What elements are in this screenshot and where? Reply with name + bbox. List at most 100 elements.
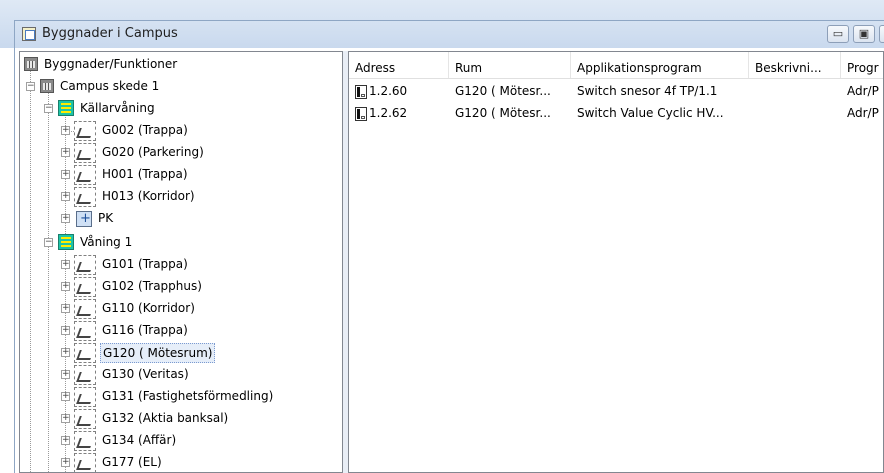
expand-icon[interactable]: + — [61, 370, 70, 379]
expand-icon[interactable]: + — [61, 348, 70, 357]
tree-node-room[interactable]: + G134 (Affär) — [20, 430, 340, 452]
floor-icon — [58, 234, 74, 250]
tree-node-room[interactable]: + G131 (Fastighetsförmedling) — [20, 386, 340, 408]
column-header-beskrivning[interactable]: Beskrivni... — [749, 52, 841, 78]
window-title: Byggnader i Campus — [42, 26, 178, 41]
tree-room-label: G131 (Fastighetsförmedling) — [102, 389, 274, 403]
expand-icon[interactable]: + — [61, 458, 70, 467]
tree-room-label: G020 (Parkering) — [102, 145, 204, 159]
cell-description — [749, 100, 841, 120]
table-row[interactable]: 1.2.60 G120 ( Mötesr... Switch snesor 4f… — [349, 78, 883, 99]
tree-node-floor[interactable]: − Källarvåning — [20, 98, 340, 120]
maximize-button[interactable]: ▣ — [853, 25, 875, 43]
building-tree-pane[interactable]: Byggnader/Funktioner − Campus skede 1 − … — [19, 51, 343, 473]
tree-floor-label: Källarvåning — [80, 101, 155, 115]
tree-room-label: PK — [98, 211, 114, 225]
room-icon — [74, 143, 96, 163]
cell-address: 1.2.60 — [369, 84, 408, 98]
tree-node-room-selected[interactable]: + G120 ( Mötesrum) — [20, 342, 340, 364]
expand-icon[interactable]: + — [61, 214, 70, 223]
tree-building-label: Campus skede 1 — [60, 79, 160, 93]
tree-floor-label: Våning 1 — [80, 235, 133, 249]
room-icon — [74, 409, 96, 429]
room-icon — [74, 165, 96, 185]
tree-node-room[interactable]: + G116 (Trappa) — [20, 320, 340, 342]
room-icon — [74, 343, 96, 363]
tree-room-label: G116 (Trappa) — [102, 323, 188, 337]
cell-program: Adr/P — [847, 84, 879, 98]
expand-icon[interactable]: + — [61, 304, 70, 313]
column-header-rum[interactable]: Rum — [449, 52, 571, 78]
expand-icon[interactable]: + — [61, 282, 70, 291]
floor-icon — [58, 100, 74, 116]
tree-node-room[interactable]: + G132 (Aktia banksal) — [20, 408, 340, 430]
tree-node-floor[interactable]: − Våning 1 — [20, 232, 340, 254]
close-button[interactable]: ✕ — [879, 25, 884, 43]
tree-room-label: H013 (Korridor) — [102, 189, 195, 203]
room-icon — [74, 321, 96, 341]
room-icon — [74, 187, 96, 207]
minimize-button[interactable]: ▭ — [827, 25, 849, 43]
room-icon — [74, 255, 96, 275]
distribution-board-icon — [76, 210, 92, 228]
list-header: Adress Rum Applikationsprogram Beskrivni… — [349, 52, 883, 79]
expand-icon[interactable]: + — [61, 392, 70, 401]
expand-icon[interactable]: + — [61, 260, 70, 269]
tree-room-label: G102 (Trapphus) — [102, 279, 202, 293]
expand-icon[interactable]: + — [61, 192, 70, 201]
expand-icon[interactable]: + — [61, 148, 70, 157]
window-app-icon — [22, 27, 36, 41]
column-header-adress[interactable]: Adress — [349, 52, 449, 78]
cell-room: G120 ( Mötesr... — [455, 84, 551, 98]
expand-icon[interactable]: + — [61, 436, 70, 445]
tree-room-label: G120 ( Mötesrum) — [100, 343, 216, 363]
tree-node-room[interactable]: + H001 (Trappa) — [20, 164, 340, 186]
room-icon — [74, 453, 96, 472]
tree-room-label: G130 (Veritas) — [102, 367, 189, 381]
tree-node-room[interactable]: + H013 (Korridor) — [20, 186, 340, 208]
expand-icon[interactable]: + — [61, 414, 70, 423]
device-list-pane[interactable]: Adress Rum Applikationsprogram Beskrivni… — [348, 51, 884, 473]
tree-node-room[interactable]: + G177 (EL) — [20, 452, 340, 472]
room-icon — [74, 365, 96, 385]
cell-application: Switch Value Cyclic HV... — [577, 106, 724, 120]
tree-room-label: G110 (Korridor) — [102, 301, 195, 315]
tree-node-room[interactable]: + G102 (Trapphus) — [20, 276, 340, 298]
expand-icon[interactable]: + — [61, 170, 70, 179]
cell-description — [749, 78, 841, 98]
room-icon — [74, 277, 96, 297]
tree-room-label: H001 (Trappa) — [102, 167, 188, 181]
cell-room: G120 ( Mötesr... — [455, 106, 551, 120]
building-icon — [40, 79, 54, 93]
tree-root[interactable]: Byggnader/Funktioner — [20, 54, 340, 76]
collapse-icon[interactable]: − — [44, 238, 53, 247]
tree-room-label: G177 (EL) — [102, 455, 162, 469]
column-header-applikationsprogram[interactable]: Applikationsprogram — [571, 52, 749, 78]
collapse-icon[interactable]: − — [44, 104, 53, 113]
room-icon — [74, 431, 96, 451]
tree-node-building[interactable]: − Campus skede 1 — [20, 76, 340, 98]
cell-address: 1.2.62 — [369, 106, 408, 120]
tree-node-room[interactable]: + G130 (Veritas) — [20, 364, 340, 386]
expand-icon[interactable]: + — [61, 126, 70, 135]
tree-node-room[interactable]: + G002 (Trappa) — [20, 120, 340, 142]
tree-room-label: G002 (Trappa) — [102, 123, 188, 137]
room-icon — [74, 121, 96, 141]
tree-room-label: G132 (Aktia banksal) — [102, 411, 229, 425]
room-icon — [74, 387, 96, 407]
tree-node-pk[interactable]: + PK — [20, 208, 340, 230]
table-row[interactable]: 1.2.62 G120 ( Mötesr... Switch Value Cyc… — [349, 100, 883, 121]
column-header-program[interactable]: Progr — [841, 52, 883, 78]
tree-room-label: G101 (Trappa) — [102, 257, 188, 271]
tree-room-label: G134 (Affär) — [102, 433, 177, 447]
tree-node-room[interactable]: + G020 (Parkering) — [20, 142, 340, 164]
expand-icon[interactable]: + — [61, 326, 70, 335]
tree-node-room[interactable]: + G101 (Trappa) — [20, 254, 340, 276]
cell-program: Adr/P — [847, 106, 879, 120]
tree-node-room[interactable]: + G110 (Korridor) — [20, 298, 340, 320]
room-icon — [74, 299, 96, 319]
tree-root-label: Byggnader/Funktioner — [44, 57, 178, 71]
building-group-icon — [24, 57, 38, 71]
cell-application: Switch snesor 4f TP/1.1 — [577, 84, 718, 98]
collapse-icon[interactable]: − — [26, 82, 35, 91]
